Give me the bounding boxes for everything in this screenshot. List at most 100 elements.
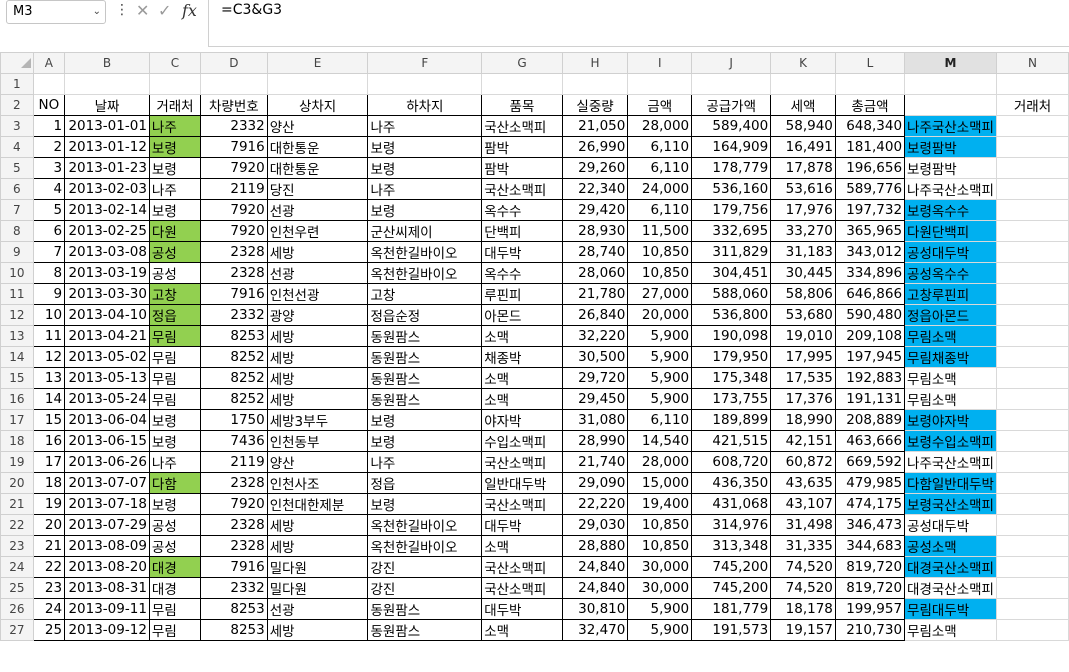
cell-tax[interactable]: 43,635: [770, 472, 836, 494]
cell-no[interactable]: 19: [32, 493, 66, 515]
cell-car[interactable]: 7920: [199, 157, 268, 179]
cell[interactable]: [148, 73, 201, 95]
cell-price[interactable]: 5,900: [627, 367, 693, 389]
cell-tax[interactable]: 17,535: [770, 367, 836, 389]
cell-price[interactable]: 30,000: [627, 556, 693, 578]
cell-date[interactable]: 2013-05-13: [64, 367, 150, 389]
cell-supply[interactable]: 745,200: [691, 577, 772, 599]
cell-date[interactable]: 2013-03-19: [64, 262, 150, 284]
cell-m[interactable]: 무림채종박: [904, 346, 997, 368]
cell-price[interactable]: 19,400: [627, 493, 693, 515]
cancel-icon[interactable]: ✕: [136, 0, 149, 22]
cell-total[interactable]: 197,732: [834, 199, 906, 221]
cell-n[interactable]: [995, 556, 1069, 578]
cell-weight[interactable]: 29,260: [561, 157, 629, 179]
cell-client[interactable]: 무림: [148, 367, 201, 389]
cell-date[interactable]: 2013-06-04: [64, 409, 150, 431]
cell-total[interactable]: 181,400: [834, 136, 906, 158]
cell-m[interactable]: 무림소맥: [904, 325, 997, 347]
column-header-h[interactable]: H: [561, 52, 629, 74]
column-header-f[interactable]: F: [367, 52, 483, 74]
header-cell[interactable]: NO: [32, 94, 66, 116]
cell-client[interactable]: 정읍: [148, 304, 201, 326]
cell-car[interactable]: 8253: [199, 325, 268, 347]
cell-weight[interactable]: 22,220: [561, 493, 629, 515]
cell-n[interactable]: [995, 535, 1069, 557]
more-options-icon[interactable]: ⋮: [115, 2, 129, 18]
cell-m[interactable]: 무림소맥: [904, 367, 997, 389]
cell-no[interactable]: 13: [32, 367, 66, 389]
cell-tax[interactable]: 17,878: [770, 157, 836, 179]
cell-no[interactable]: 10: [32, 304, 66, 326]
cell-total[interactable]: 196,656: [834, 157, 906, 179]
cell-unload[interactable]: 동원팜스: [367, 325, 483, 347]
cell-n[interactable]: [995, 367, 1069, 389]
cell-no[interactable]: 8: [32, 262, 66, 284]
cell-unload[interactable]: 고창: [367, 283, 483, 305]
cell-item[interactable]: 대두박: [481, 241, 563, 263]
cell-m[interactable]: 고창루핀피: [904, 283, 997, 305]
cell-client[interactable]: 보령: [148, 136, 201, 158]
cell-client[interactable]: 나주: [148, 178, 201, 200]
cell-no[interactable]: 25: [32, 619, 66, 641]
cell-load[interactable]: 세방: [266, 367, 369, 389]
cell-item[interactable]: 단백피: [481, 220, 563, 242]
row-header[interactable]: 8: [0, 220, 34, 242]
cell-no[interactable]: 15: [32, 409, 66, 431]
cell[interactable]: [561, 73, 629, 95]
cell-load[interactable]: 인천사조: [266, 472, 369, 494]
cell-price[interactable]: 6,110: [627, 136, 693, 158]
cell-item[interactable]: 야자박: [481, 409, 563, 431]
cell-item[interactable]: 국산소맥피: [481, 451, 563, 473]
cell-price[interactable]: 14,540: [627, 430, 693, 452]
cell-date[interactable]: 2013-01-01: [64, 115, 150, 137]
cell-weight[interactable]: 28,930: [561, 220, 629, 242]
cell-n[interactable]: [995, 619, 1069, 641]
cell-client[interactable]: 공성: [148, 535, 201, 557]
cell-m[interactable]: 공성대두박: [904, 514, 997, 536]
cell-supply[interactable]: 175,348: [691, 367, 772, 389]
cell-total[interactable]: 344,683: [834, 535, 906, 557]
cell-supply[interactable]: 190,098: [691, 325, 772, 347]
cell-total[interactable]: 208,889: [834, 409, 906, 431]
cell-client[interactable]: 보령: [148, 430, 201, 452]
cell-item[interactable]: 대두박: [481, 598, 563, 620]
cell-no[interactable]: 4: [32, 178, 66, 200]
cell-client[interactable]: 고창: [148, 283, 201, 305]
cell-price[interactable]: 5,900: [627, 388, 693, 410]
cell-total[interactable]: 191,131: [834, 388, 906, 410]
cell-unload[interactable]: 동원팜스: [367, 598, 483, 620]
cell-total[interactable]: 479,985: [834, 472, 906, 494]
cell-n[interactable]: [995, 115, 1069, 137]
cell-load[interactable]: 세방: [266, 388, 369, 410]
cell-unload[interactable]: 보령: [367, 199, 483, 221]
cell-car[interactable]: 2328: [199, 535, 268, 557]
cell-n[interactable]: [995, 178, 1069, 200]
cell-load[interactable]: 세방: [266, 325, 369, 347]
cell-weight[interactable]: 29,090: [561, 472, 629, 494]
cell-client[interactable]: 다함: [148, 472, 201, 494]
chevron-down-icon[interactable]: ⌄: [93, 1, 101, 23]
cell-supply[interactable]: 332,695: [691, 220, 772, 242]
cell-car[interactable]: 8252: [199, 367, 268, 389]
cell-supply[interactable]: 745,200: [691, 556, 772, 578]
column-header-i[interactable]: I: [627, 52, 693, 74]
cell-date[interactable]: 2013-06-26: [64, 451, 150, 473]
cell-client[interactable]: 다원: [148, 220, 201, 242]
cell-date[interactable]: 2013-04-10: [64, 304, 150, 326]
cell-item[interactable]: 채종박: [481, 346, 563, 368]
row-header[interactable]: 23: [0, 535, 34, 557]
cell-tax[interactable]: 17,376: [770, 388, 836, 410]
cell-car[interactable]: 2328: [199, 262, 268, 284]
cell[interactable]: [627, 73, 693, 95]
cell-load[interactable]: 세방: [266, 619, 369, 641]
cell-weight[interactable]: 29,720: [561, 367, 629, 389]
cell[interactable]: [995, 73, 1069, 95]
cell-date[interactable]: 2013-09-11: [64, 598, 150, 620]
cell-date[interactable]: 2013-02-14: [64, 199, 150, 221]
cell-load[interactable]: 세방: [266, 514, 369, 536]
cell-total[interactable]: 589,776: [834, 178, 906, 200]
cell-weight[interactable]: 22,340: [561, 178, 629, 200]
row-header[interactable]: 27: [0, 619, 34, 641]
row-header[interactable]: 17: [0, 409, 34, 431]
